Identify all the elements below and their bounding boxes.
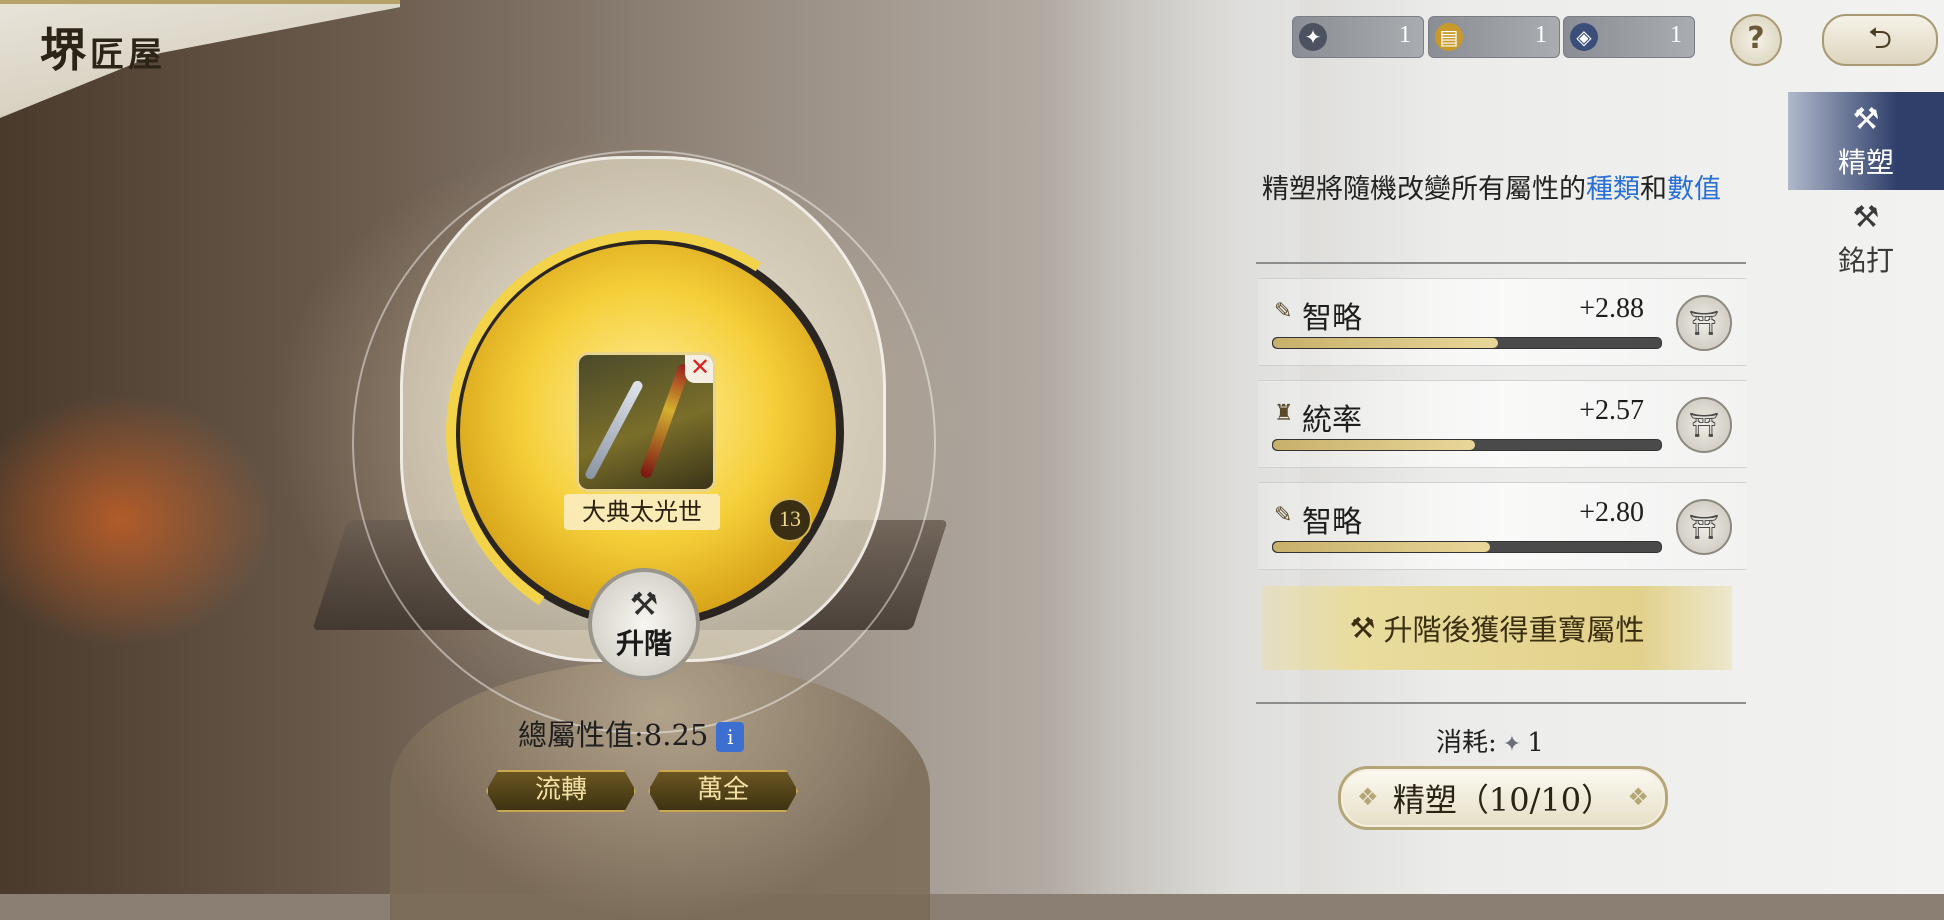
- hammer-up-icon: ⚒: [1852, 101, 1880, 137]
- attribute-bar-fill: [1273, 338, 1499, 348]
- page-title: 堺匠屋: [40, 14, 166, 80]
- blue-gem-icon: ◈: [1570, 23, 1598, 51]
- back-button[interactable]: ⮌: [1822, 14, 1938, 66]
- ore-icon: ✦: [1299, 23, 1327, 51]
- attribute-value: +2.80: [1579, 497, 1644, 528]
- refine-button[interactable]: ❖ 精塑（10/10） ❖: [1338, 766, 1668, 830]
- lock-button[interactable]: ⛩: [1676, 295, 1732, 351]
- help-button[interactable]: ?: [1730, 14, 1782, 66]
- cost-value: 1: [1527, 728, 1544, 758]
- lock-icon: ⛩: [1688, 309, 1720, 337]
- refine-description: 精塑將隨機改變所有屬性的種類和數值: [1262, 170, 1762, 210]
- attribute-bar-fill: [1273, 542, 1491, 552]
- ore-icon: ✦: [1502, 732, 1522, 757]
- chip-perfect[interactable]: 萬全: [648, 770, 798, 812]
- chip-flow[interactable]: 流轉: [486, 770, 636, 812]
- currency-scroll: ▤ 1: [1428, 16, 1560, 58]
- hammer-tools-icon: ⚒: [1852, 199, 1880, 235]
- side-tabs: ⚒ 精塑 ⚒ 銘打: [1788, 92, 1944, 288]
- desc-text-2: 和: [1640, 174, 1667, 205]
- sword-blade: [583, 379, 645, 481]
- attribute-bar: [1272, 337, 1662, 349]
- attribute-name: 智略: [1302, 505, 1362, 540]
- tab-engrave-label: 銘打: [1837, 243, 1894, 277]
- ornament-right-icon: ❖: [1627, 783, 1649, 811]
- currency-gem-value: 1: [1670, 22, 1682, 48]
- attribute-value: +2.57: [1579, 395, 1644, 426]
- cost-display: 消耗: ✦ 1: [1436, 722, 1544, 759]
- divider-top: [1256, 262, 1746, 264]
- tab-refine-label: 精塑: [1837, 145, 1894, 179]
- currency-scroll-value: 1: [1535, 22, 1547, 48]
- currency-ore-value: 1: [1399, 22, 1411, 48]
- command-icon: ♜: [1274, 401, 1294, 426]
- upgrade-banner: ⚒ 升階後獲得重寶屬性: [1262, 586, 1732, 670]
- refine-button-label: 精塑（10/10）: [1392, 781, 1614, 819]
- tab-refine[interactable]: ⚒ 精塑: [1788, 92, 1944, 190]
- total-attribute-text: 總屬性值:8.25: [518, 718, 709, 752]
- upgrade-banner-text: 升階後獲得重寶屬性: [1383, 613, 1645, 647]
- attribute-bar-fill: [1273, 440, 1475, 450]
- ornament-left-icon: ❖: [1357, 783, 1379, 811]
- anvil-icon: ⚒: [1349, 611, 1376, 645]
- anvil-icon: ⚒: [629, 585, 659, 623]
- desc-highlight-value: 數值: [1667, 174, 1721, 205]
- attribute-row: ✎ 智略 +2.88 ⛩: [1258, 278, 1746, 366]
- attribute-name: 統率: [1302, 403, 1362, 438]
- lock-icon: ⛩: [1688, 411, 1720, 439]
- divider-bottom: [1256, 702, 1746, 704]
- lock-icon: ⛩: [1688, 513, 1720, 541]
- attribute-value: +2.88: [1579, 293, 1644, 324]
- desc-text-1: 精塑將隨機改變所有屬性的: [1262, 174, 1586, 205]
- lock-button[interactable]: ⛩: [1676, 499, 1732, 555]
- attribute-name: 智略: [1302, 301, 1362, 336]
- attribute-bar: [1272, 439, 1662, 451]
- attribute-row: ♜ 統率 +2.57 ⛩: [1258, 380, 1746, 468]
- strategy-icon: ✎: [1274, 503, 1293, 528]
- attribute-bar: [1272, 541, 1662, 553]
- ascend-label: 升階: [615, 627, 672, 660]
- cost-label: 消耗:: [1436, 728, 1497, 758]
- page-title-sub: 匠屋: [90, 35, 166, 75]
- remove-icon[interactable]: ✕: [685, 355, 713, 383]
- tab-engrave[interactable]: ⚒ 銘打: [1788, 190, 1944, 288]
- desc-highlight-type: 種類: [1586, 174, 1640, 205]
- total-attribute: 總屬性值:8.25 i: [518, 712, 745, 754]
- info-icon[interactable]: i: [716, 722, 745, 752]
- lock-button[interactable]: ⛩: [1676, 397, 1732, 453]
- equipment-icon[interactable]: ✕: [576, 352, 716, 492]
- ascend-button[interactable]: ⚒ 升階: [588, 568, 700, 680]
- equipment-level-badge: 13: [768, 498, 812, 542]
- page-title-main: 堺: [40, 23, 90, 77]
- equipment-name: 大典太光世: [564, 494, 720, 530]
- gold-scroll-icon: ▤: [1435, 23, 1463, 51]
- currency-gem: ◈ 1: [1563, 16, 1695, 58]
- attribute-row: ✎ 智略 +2.80 ⛩: [1258, 482, 1746, 570]
- currency-ore: ✦ 1: [1292, 16, 1424, 58]
- sword-hilt: [638, 362, 692, 480]
- strategy-icon: ✎: [1274, 299, 1293, 324]
